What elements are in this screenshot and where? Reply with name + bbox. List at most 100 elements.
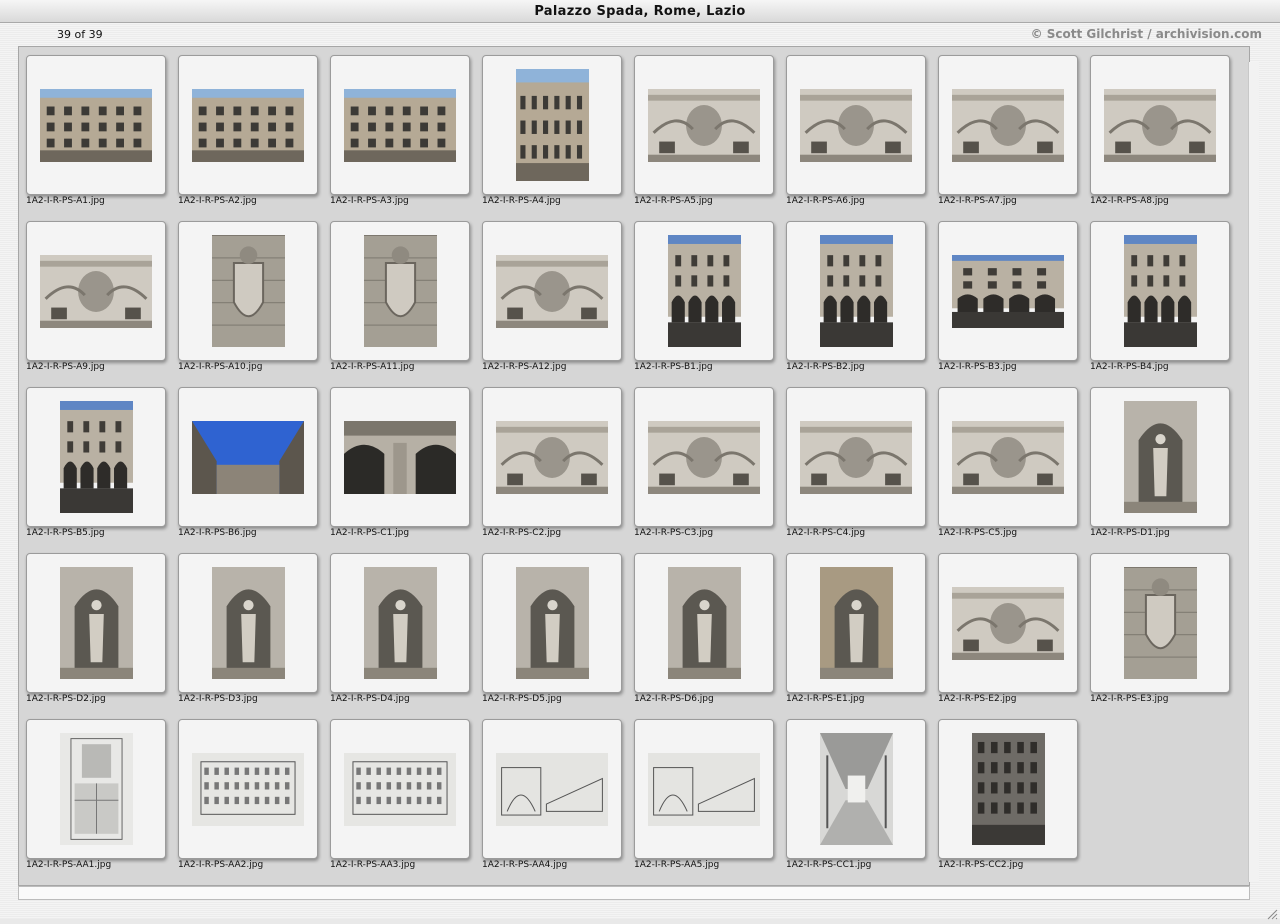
slide-image	[496, 254, 608, 328]
slide-filename: 1A2-I-R-PS-C3.jpg	[634, 528, 714, 538]
slide-thumbnail[interactable]	[786, 719, 926, 859]
slide-image	[344, 752, 456, 826]
slide-thumbnail[interactable]	[938, 719, 1078, 859]
slide-thumbnail[interactable]	[178, 553, 318, 693]
slide-thumbnail[interactable]	[178, 387, 318, 527]
slide-filename: 1A2-I-R-PS-A10.jpg	[178, 362, 263, 372]
slide-image	[192, 420, 304, 494]
slide-image	[952, 88, 1064, 162]
slide-filename: 1A2-I-R-PS-D3.jpg	[178, 694, 258, 704]
slide-thumbnail[interactable]	[330, 387, 470, 527]
slide-thumbnail[interactable]	[634, 553, 774, 693]
slide-image	[1123, 567, 1197, 679]
slide-image	[40, 254, 152, 328]
viewer-window: Palazzo Spada, Rome, Lazio 39 of 39 © Sc…	[0, 0, 1280, 920]
slide-filename: 1A2-I-R-PS-CC1.jpg	[786, 860, 872, 870]
slide-image	[1104, 88, 1216, 162]
resize-grip-icon[interactable]	[1266, 905, 1278, 920]
slide-filename: 1A2-I-R-PS-AA3.jpg	[330, 860, 416, 870]
slide-image	[344, 420, 456, 494]
slide-filename: 1A2-I-R-PS-CC2.jpg	[938, 860, 1024, 870]
slide-filename: 1A2-I-R-PS-C5.jpg	[938, 528, 1018, 538]
slide-thumbnail[interactable]	[786, 55, 926, 195]
slide-thumbnail[interactable]	[482, 55, 622, 195]
slide-thumbnail[interactable]	[1090, 221, 1230, 361]
slide-image	[496, 420, 608, 494]
slide-thumbnail[interactable]	[26, 553, 166, 693]
window-title: Palazzo Spada, Rome, Lazio	[534, 4, 746, 19]
slide-filename: 1A2-I-R-PS-A7.jpg	[938, 196, 1017, 206]
slide-thumbnail[interactable]	[786, 553, 926, 693]
slide-filename: 1A2-I-R-PS-B2.jpg	[786, 362, 865, 372]
slide-thumbnail[interactable]	[178, 221, 318, 361]
slide-image	[211, 567, 285, 679]
slide-filename: 1A2-I-R-PS-C1.jpg	[330, 528, 410, 538]
slide-thumbnail[interactable]	[26, 387, 166, 527]
slide-thumbnail[interactable]	[938, 387, 1078, 527]
slide-filename: 1A2-I-R-PS-D4.jpg	[330, 694, 410, 704]
slide-thumbnail[interactable]	[26, 221, 166, 361]
slide-image	[648, 420, 760, 494]
slide-filename: 1A2-I-R-PS-AA2.jpg	[178, 860, 264, 870]
window-titlebar[interactable]: Palazzo Spada, Rome, Lazio	[0, 0, 1280, 23]
slide-image	[819, 567, 893, 679]
vertical-scrollbar[interactable]	[1248, 62, 1259, 882]
slide-image	[952, 586, 1064, 660]
slide-filename: 1A2-I-R-PS-AA5.jpg	[634, 860, 720, 870]
slide-image	[800, 420, 912, 494]
status-field	[18, 886, 1250, 900]
slide-filename: 1A2-I-R-PS-C4.jpg	[786, 528, 866, 538]
slide-thumbnail[interactable]	[938, 221, 1078, 361]
slide-filename: 1A2-I-R-PS-A5.jpg	[634, 196, 713, 206]
slide-image	[192, 752, 304, 826]
slide-image	[1123, 235, 1197, 347]
slide-thumbnail[interactable]	[26, 55, 166, 195]
slide-filename: 1A2-I-R-PS-E2.jpg	[938, 694, 1017, 704]
slide-thumbnail[interactable]	[330, 719, 470, 859]
slide-image	[40, 88, 152, 162]
slide-thumbnail[interactable]	[26, 719, 166, 859]
slide-thumbnail[interactable]	[178, 55, 318, 195]
slide-thumbnail[interactable]	[178, 719, 318, 859]
slide-image	[344, 88, 456, 162]
slide-image	[648, 88, 760, 162]
slide-filename: 1A2-I-R-PS-B4.jpg	[1090, 362, 1169, 372]
slide-thumbnail[interactable]	[938, 553, 1078, 693]
slide-thumbnail[interactable]	[634, 387, 774, 527]
slide-thumbnail[interactable]	[330, 553, 470, 693]
copyright-notice: © Scott Gilchrist / archivision.com	[1030, 27, 1262, 41]
slide-image	[192, 88, 304, 162]
slide-image	[59, 567, 133, 679]
slide-image	[667, 235, 741, 347]
slide-filename: 1A2-I-R-PS-E3.jpg	[1090, 694, 1169, 704]
slide-image	[515, 69, 589, 181]
slide-image	[59, 733, 133, 845]
slide-filename: 1A2-I-R-PS-D1.jpg	[1090, 528, 1170, 538]
slide-filename: 1A2-I-R-PS-D5.jpg	[482, 694, 562, 704]
slide-filename: 1A2-I-R-PS-A1.jpg	[26, 196, 105, 206]
slide-thumbnail[interactable]	[786, 387, 926, 527]
slide-thumbnail[interactable]	[634, 55, 774, 195]
slide-filename: 1A2-I-R-PS-A4.jpg	[482, 196, 561, 206]
slide-filename: 1A2-I-R-PS-B6.jpg	[178, 528, 257, 538]
slide-filename: 1A2-I-R-PS-A3.jpg	[330, 196, 409, 206]
slide-image	[800, 88, 912, 162]
slide-thumbnail[interactable]	[1090, 553, 1230, 693]
slide-thumbnail[interactable]	[938, 55, 1078, 195]
slide-thumbnail[interactable]	[482, 387, 622, 527]
slide-thumbnail[interactable]	[482, 719, 622, 859]
slide-image	[971, 733, 1045, 845]
slide-thumbnail[interactable]	[786, 221, 926, 361]
slide-thumbnail[interactable]	[330, 221, 470, 361]
slide-image	[648, 752, 760, 826]
slide-thumbnail[interactable]	[330, 55, 470, 195]
slide-image	[952, 254, 1064, 328]
slide-thumbnail[interactable]	[634, 719, 774, 859]
slide-thumbnail[interactable]	[482, 221, 622, 361]
slide-thumbnail[interactable]	[634, 221, 774, 361]
slide-thumbnail[interactable]	[1090, 387, 1230, 527]
slide-thumbnail[interactable]	[1090, 55, 1230, 195]
slide-thumbnail[interactable]	[482, 553, 622, 693]
slide-filename: 1A2-I-R-PS-B3.jpg	[938, 362, 1017, 372]
slide-filename: 1A2-I-R-PS-A12.jpg	[482, 362, 567, 372]
